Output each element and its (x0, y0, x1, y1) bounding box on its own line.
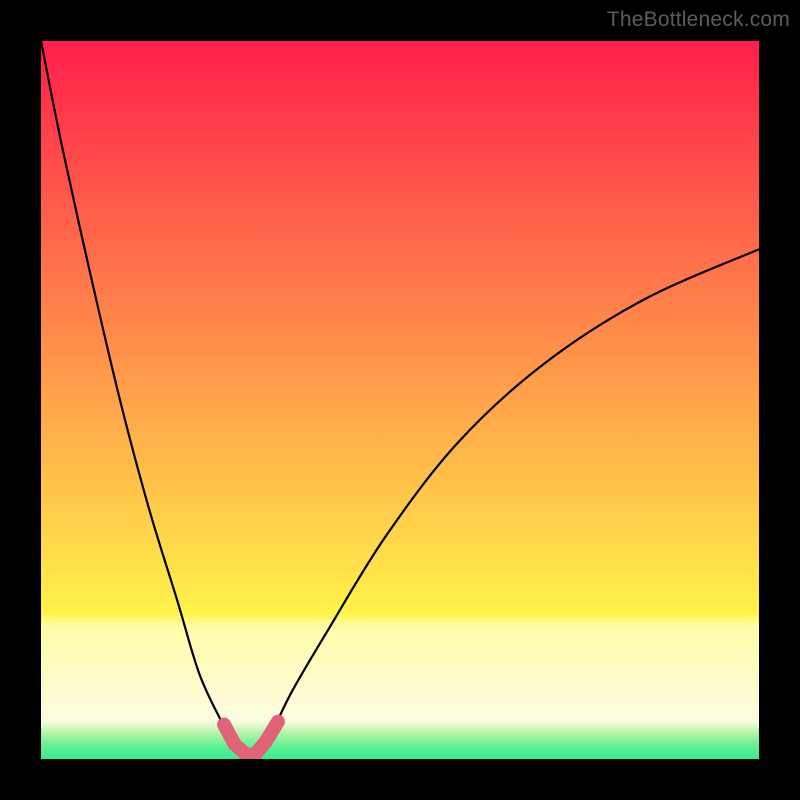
curve-layer (41, 41, 759, 759)
bottleneck-curve (41, 41, 759, 757)
optimal-region (224, 722, 278, 755)
chart-area (41, 41, 759, 759)
watermark-text: TheBottleneck.com (607, 8, 790, 32)
